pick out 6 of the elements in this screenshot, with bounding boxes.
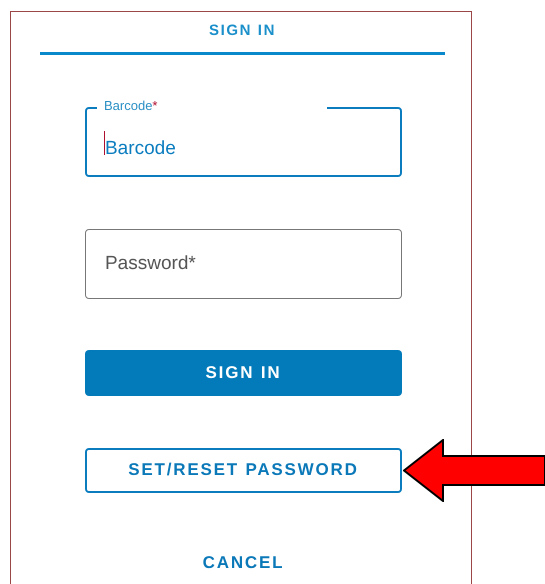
- action-button[interactable]: SIGN IN: [85, 350, 402, 396]
- input-field[interactable]: Password*: [85, 228, 402, 298]
- cancel-link[interactable]: CANCEL: [85, 548, 402, 578]
- tab[interactable]: SIGN IN: [40, 12, 445, 54]
- arrow-icon: [403, 439, 545, 502]
- action-button[interactable]: SET/RESET PASSWORD: [85, 448, 402, 492]
